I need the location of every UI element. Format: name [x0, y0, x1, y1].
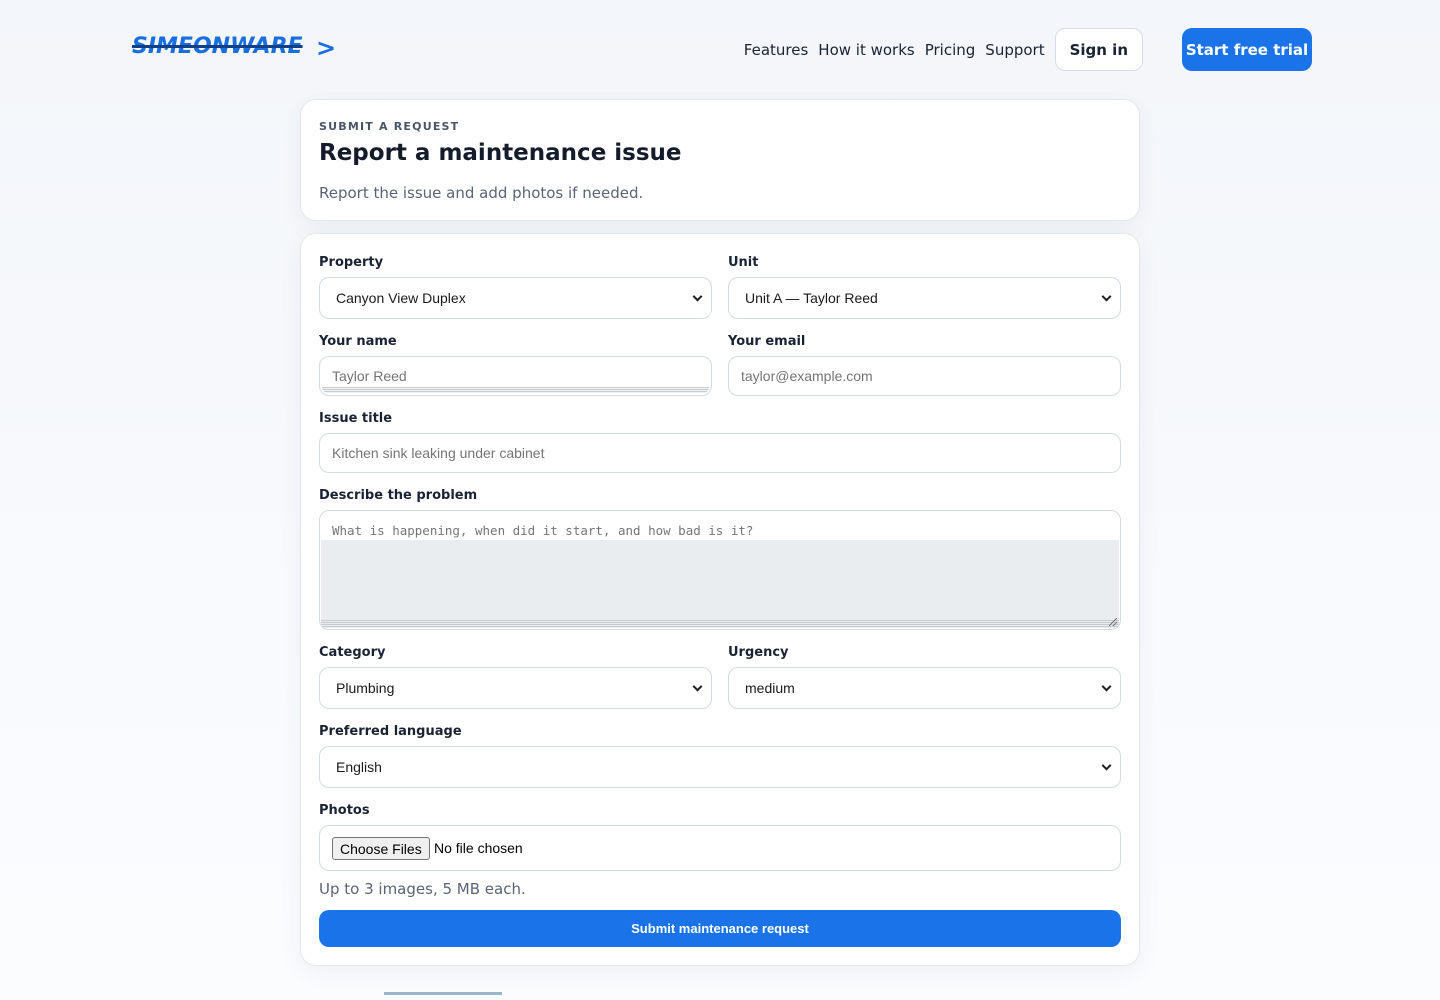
photos-hint: Up to 3 images, 5 MB each.	[319, 880, 526, 898]
email-label: Your email	[728, 334, 806, 349]
start-free-trial-button[interactable]: Start free trial	[1182, 28, 1312, 71]
unit-select[interactable]: Unit A — Taylor Reed	[728, 277, 1121, 319]
nav-link-how-it-works[interactable]: How it works	[818, 41, 914, 59]
chevron-down-icon	[1101, 760, 1112, 771]
intro-card: SUBMIT A REQUEST Report a maintenance is…	[300, 99, 1140, 221]
email-placeholder: taylor@example.com	[741, 368, 873, 384]
nav-link-pricing[interactable]: Pricing	[925, 41, 976, 59]
top-navigation: SIMEONWARE > Features How it works Prici…	[0, 0, 1440, 100]
category-value: Plumbing	[336, 680, 395, 696]
footer-logo	[384, 992, 502, 1000]
eyebrow-label: SUBMIT A REQUEST	[319, 120, 460, 133]
property-select[interactable]: Canyon View Duplex	[319, 277, 712, 319]
photos-label: Photos	[319, 803, 370, 818]
choose-files-button[interactable]: Choose Files	[332, 837, 430, 860]
brand-logo[interactable]: SIMEONWARE	[132, 34, 303, 59]
chevron-down-icon	[1101, 681, 1112, 692]
nav-links: Features How it works Pricing Support Si…	[744, 28, 1312, 71]
unit-value: Unit A — Taylor Reed	[745, 290, 878, 306]
maintenance-form: Property Canyon View Duplex Unit Unit A …	[300, 233, 1140, 966]
description-placeholder: What is happening, when did it start, an…	[332, 523, 754, 538]
urgency-value: medium	[745, 680, 795, 696]
property-value: Canyon View Duplex	[336, 290, 466, 306]
logo-arrow-icon: >	[316, 34, 337, 62]
page-subtitle: Report the issue and add photos if neede…	[319, 184, 644, 202]
chevron-down-icon	[1101, 291, 1112, 302]
description-textarea[interactable]: What is happening, when did it start, an…	[319, 510, 1121, 630]
chevron-down-icon	[692, 291, 703, 302]
submit-request-button[interactable]: Submit maintenance request	[319, 910, 1121, 947]
issue-title-placeholder: Kitchen sink leaking under cabinet	[332, 445, 545, 461]
description-label: Describe the problem	[319, 488, 478, 503]
language-label: Preferred language	[319, 724, 462, 739]
urgency-select[interactable]: medium	[728, 667, 1121, 709]
chevron-down-icon	[692, 681, 703, 692]
file-status-text: No file chosen	[434, 840, 523, 856]
property-label: Property	[319, 255, 384, 270]
nav-link-features[interactable]: Features	[744, 41, 809, 59]
resize-grip-icon[interactable]	[1109, 618, 1117, 626]
language-value: English	[336, 759, 382, 775]
nav-link-support[interactable]: Support	[985, 41, 1044, 59]
issue-title-label: Issue title	[319, 411, 393, 426]
urgency-label: Urgency	[728, 645, 789, 660]
issue-title-input[interactable]: Kitchen sink leaking under cabinet	[319, 433, 1121, 473]
email-input[interactable]: taylor@example.com	[728, 356, 1121, 396]
category-select[interactable]: Plumbing	[319, 667, 712, 709]
textarea-shade	[321, 540, 1119, 628]
photos-file-input: Choose Files No file chosen	[319, 825, 1121, 871]
unit-label: Unit	[728, 255, 759, 270]
sign-in-button[interactable]: Sign in	[1054, 28, 1143, 71]
name-label: Your name	[319, 334, 397, 349]
page-title: Report a maintenance issue	[319, 140, 682, 166]
language-select[interactable]: English	[319, 746, 1121, 788]
name-input[interactable]: Taylor Reed	[319, 356, 712, 396]
category-label: Category	[319, 645, 386, 660]
name-placeholder: Taylor Reed	[332, 368, 407, 384]
